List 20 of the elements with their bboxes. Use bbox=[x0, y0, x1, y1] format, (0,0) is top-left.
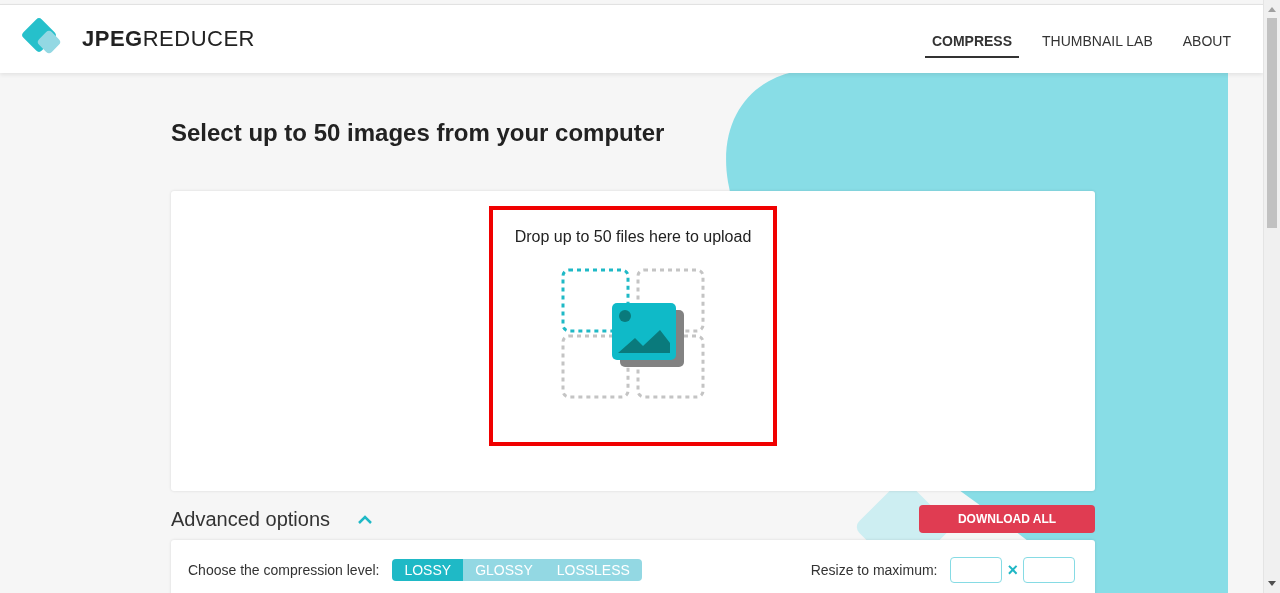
compression-level-button[interactable]: LOSSY bbox=[392, 559, 464, 581]
drop-text: Drop up to 50 files here to upload bbox=[514, 228, 752, 246]
scrollbar-thumb[interactable] bbox=[1267, 18, 1277, 228]
compression-label: Choose the compression level: bbox=[188, 562, 380, 578]
chevron-icon bbox=[358, 514, 372, 524]
nav-link[interactable]: COMPRESS bbox=[924, 26, 1020, 58]
times-sign: × bbox=[1007, 559, 1018, 581]
scroll-up-icon[interactable] bbox=[1268, 6, 1276, 12]
scroll-down-icon[interactable] bbox=[1268, 581, 1276, 587]
resize-label: Resize to maximum: bbox=[810, 562, 938, 578]
image-upload-icon bbox=[560, 268, 706, 400]
page-title: Select up to 50 images from your computer bbox=[171, 119, 666, 147]
advanced-options-label: Advanced options bbox=[171, 507, 330, 531]
nav-link[interactable]: ABOUT bbox=[1175, 26, 1238, 58]
nav-link[interactable]: THUMBNAIL LAB bbox=[1035, 26, 1160, 58]
width-field[interactable] bbox=[950, 557, 1003, 583]
download-all-button[interactable]: DOWNLOAD ALL bbox=[919, 505, 1095, 533]
scrollbar[interactable] bbox=[1263, 0, 1280, 593]
logo-text: JPEGREDUCER bbox=[82, 26, 255, 52]
height-field[interactable] bbox=[1023, 557, 1075, 583]
